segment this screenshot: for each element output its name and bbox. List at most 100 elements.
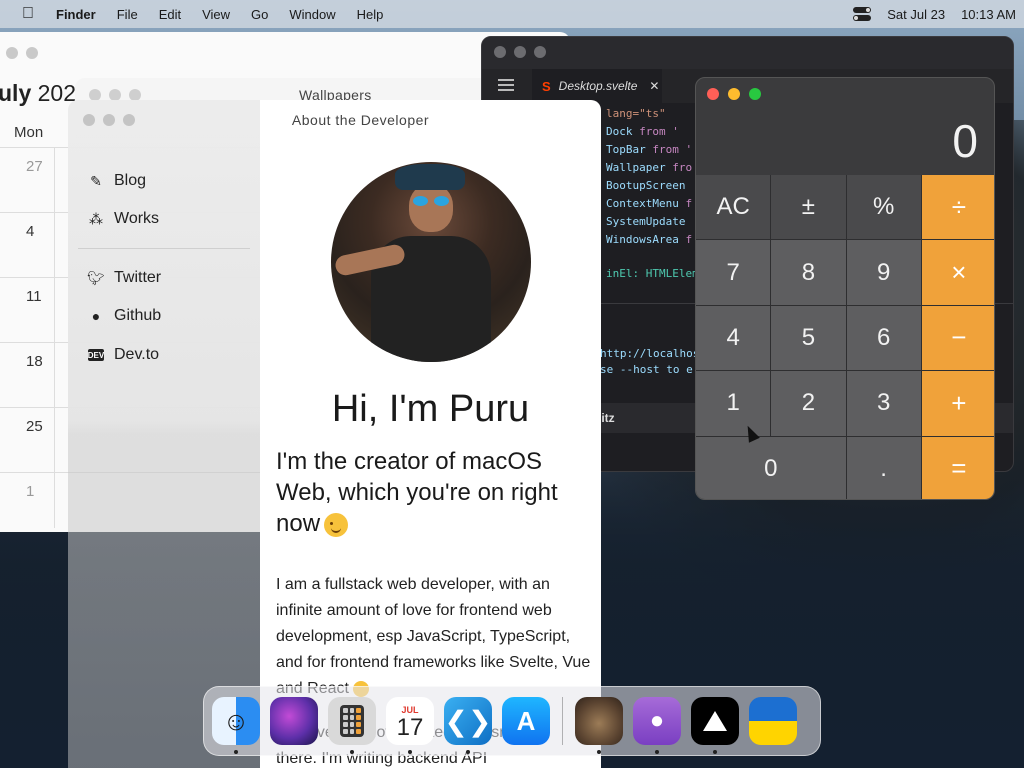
terminal-line: http://localhos	[600, 347, 700, 360]
sidebar-item-twitter[interactable]: 🐦︎ Twitter	[87, 269, 162, 287]
github-icon: ●	[91, 308, 101, 324]
window-controls	[494, 46, 546, 58]
tab-desktop-svelte[interactable]: S Desktop.svelte ✕	[532, 69, 662, 103]
sidebar-item-label: Twitter	[114, 269, 162, 286]
sidebar-item-label: Works	[114, 210, 160, 227]
control-center-icon[interactable]	[853, 7, 872, 21]
devto-icon: DEV	[87, 349, 105, 361]
works-icon: ⁂	[89, 210, 103, 227]
sidebar-item-works[interactable]: ⁂ Works	[88, 210, 159, 228]
calculator-icon[interactable]	[328, 697, 376, 754]
minimize-button[interactable]	[26, 47, 38, 59]
key-decimal[interactable]: .	[846, 436, 921, 499]
key-equals[interactable]: =	[921, 436, 994, 499]
minimize-button[interactable]	[514, 46, 526, 58]
menu-go[interactable]: Go	[251, 7, 268, 22]
close-icon[interactable]: ✕	[649, 79, 659, 93]
menu-edit[interactable]: Edit	[159, 7, 181, 22]
minimize-button[interactable]	[103, 114, 115, 126]
about-sidebar: ✎ Blog ⁂ Works 🐦︎ Twitter ● Github DEV D…	[68, 100, 260, 768]
close-button[interactable]	[6, 47, 18, 59]
key-4[interactable]: 4	[696, 305, 771, 371]
menu-date[interactable]: Sat Jul 23	[887, 7, 945, 22]
sidebar-item-blog[interactable]: ✎ Blog	[88, 172, 146, 190]
maximize-button[interactable]	[123, 114, 135, 126]
key-5[interactable]: 5	[771, 305, 846, 371]
code-line: BootupScreen	[606, 179, 686, 192]
running-indicator	[597, 750, 601, 754]
tagline-text: I'm the creator of macOS Web, which you'…	[276, 448, 558, 537]
key-percent[interactable]: %	[846, 175, 921, 240]
maximize-button[interactable]	[534, 46, 546, 58]
calendar-day[interactable]: 11	[26, 288, 42, 305]
minimize-button[interactable]	[728, 88, 740, 100]
key-9[interactable]: 9	[846, 240, 921, 305]
github-icon[interactable]: ●	[633, 697, 681, 754]
vscode-icon[interactable]: ❮❯	[444, 697, 492, 754]
calendar-day[interactable]: 1	[26, 483, 34, 500]
key-0[interactable]: 0	[696, 436, 846, 499]
dock-separator	[562, 697, 563, 745]
key-clear[interactable]: AC	[696, 175, 771, 240]
code-line: WindowsArea f	[606, 233, 693, 246]
running-indicator	[713, 750, 717, 754]
calendar-icon[interactable]: JUL 17	[386, 697, 434, 754]
code-line: inEl: HTMLElem	[606, 267, 699, 280]
menu-view[interactable]: View	[202, 7, 230, 22]
window-controls	[707, 88, 761, 100]
running-indicator	[350, 750, 354, 754]
wink-emoji-icon	[324, 512, 349, 537]
code-editor[interactable]: lang="ts" Dock from ' TopBar from ' Wall…	[606, 105, 699, 283]
key-plus[interactable]: +	[921, 371, 994, 436]
calendar-day[interactable]: 27	[26, 158, 43, 175]
menu-icon[interactable]	[498, 79, 514, 91]
sidebar-item-github[interactable]: ● Github	[88, 307, 161, 325]
sidebar-item-label: Blog	[114, 172, 147, 189]
vercel-icon[interactable]	[691, 697, 739, 754]
sidebar-item-devto[interactable]: DEV Dev.to	[88, 346, 159, 364]
key-6[interactable]: 6	[846, 305, 921, 371]
close-button[interactable]	[494, 46, 506, 58]
code-line: lang="ts"	[606, 107, 666, 120]
twitter-icon: 🐦︎	[87, 269, 105, 286]
code-line: Dock from '	[606, 125, 679, 138]
apple-icon[interactable]: 	[18, 0, 38, 28]
key-sign[interactable]: ±	[771, 175, 846, 240]
dock: ☺ JUL 17 ❮❯ A ●	[203, 686, 821, 756]
calendar-day[interactable]: 4	[26, 223, 34, 240]
sidebar-divider	[78, 248, 250, 249]
menu-time[interactable]: 10:13 AM	[961, 7, 1016, 22]
key-multiply[interactable]: ×	[921, 240, 994, 305]
maximize-button[interactable]	[749, 88, 761, 100]
key-3[interactable]: 3	[846, 371, 921, 436]
menu-app-name[interactable]: Finder	[56, 7, 96, 22]
launchpad-icon[interactable]	[270, 697, 318, 745]
key-7[interactable]: 7	[696, 240, 771, 305]
key-2[interactable]: 2	[771, 371, 846, 436]
running-indicator	[408, 750, 412, 754]
ukraine-icon[interactable]	[749, 697, 797, 745]
calculator-display: 0	[952, 115, 978, 167]
window-controls	[6, 47, 38, 59]
close-button[interactable]	[707, 88, 719, 100]
code-line: Wallpaper fro	[606, 161, 693, 174]
cat-icon[interactable]	[575, 697, 623, 754]
menu-help[interactable]: Help	[357, 7, 384, 22]
key-1[interactable]: 1	[696, 371, 771, 436]
key-8[interactable]: 8	[771, 240, 846, 305]
running-indicator	[234, 750, 238, 754]
window-title: About the Developer	[291, 112, 430, 128]
appstore-icon[interactable]: A	[502, 697, 550, 745]
window-controls	[83, 114, 135, 126]
sidebar-item-label: Dev.to	[114, 346, 160, 363]
close-button[interactable]	[83, 114, 95, 126]
finder-icon[interactable]: ☺	[212, 697, 260, 754]
key-minus[interactable]: −	[921, 305, 994, 371]
menu-file[interactable]: File	[117, 7, 138, 22]
key-divide[interactable]: ÷	[921, 175, 994, 240]
vscode-titlebar[interactable]	[482, 37, 1013, 69]
calendar-day[interactable]: 25	[26, 418, 43, 435]
calendar-day[interactable]: 18	[26, 353, 43, 370]
menu-window[interactable]: Window	[289, 7, 335, 22]
greeting-heading: Hi, I'm Puru	[331, 388, 530, 430]
